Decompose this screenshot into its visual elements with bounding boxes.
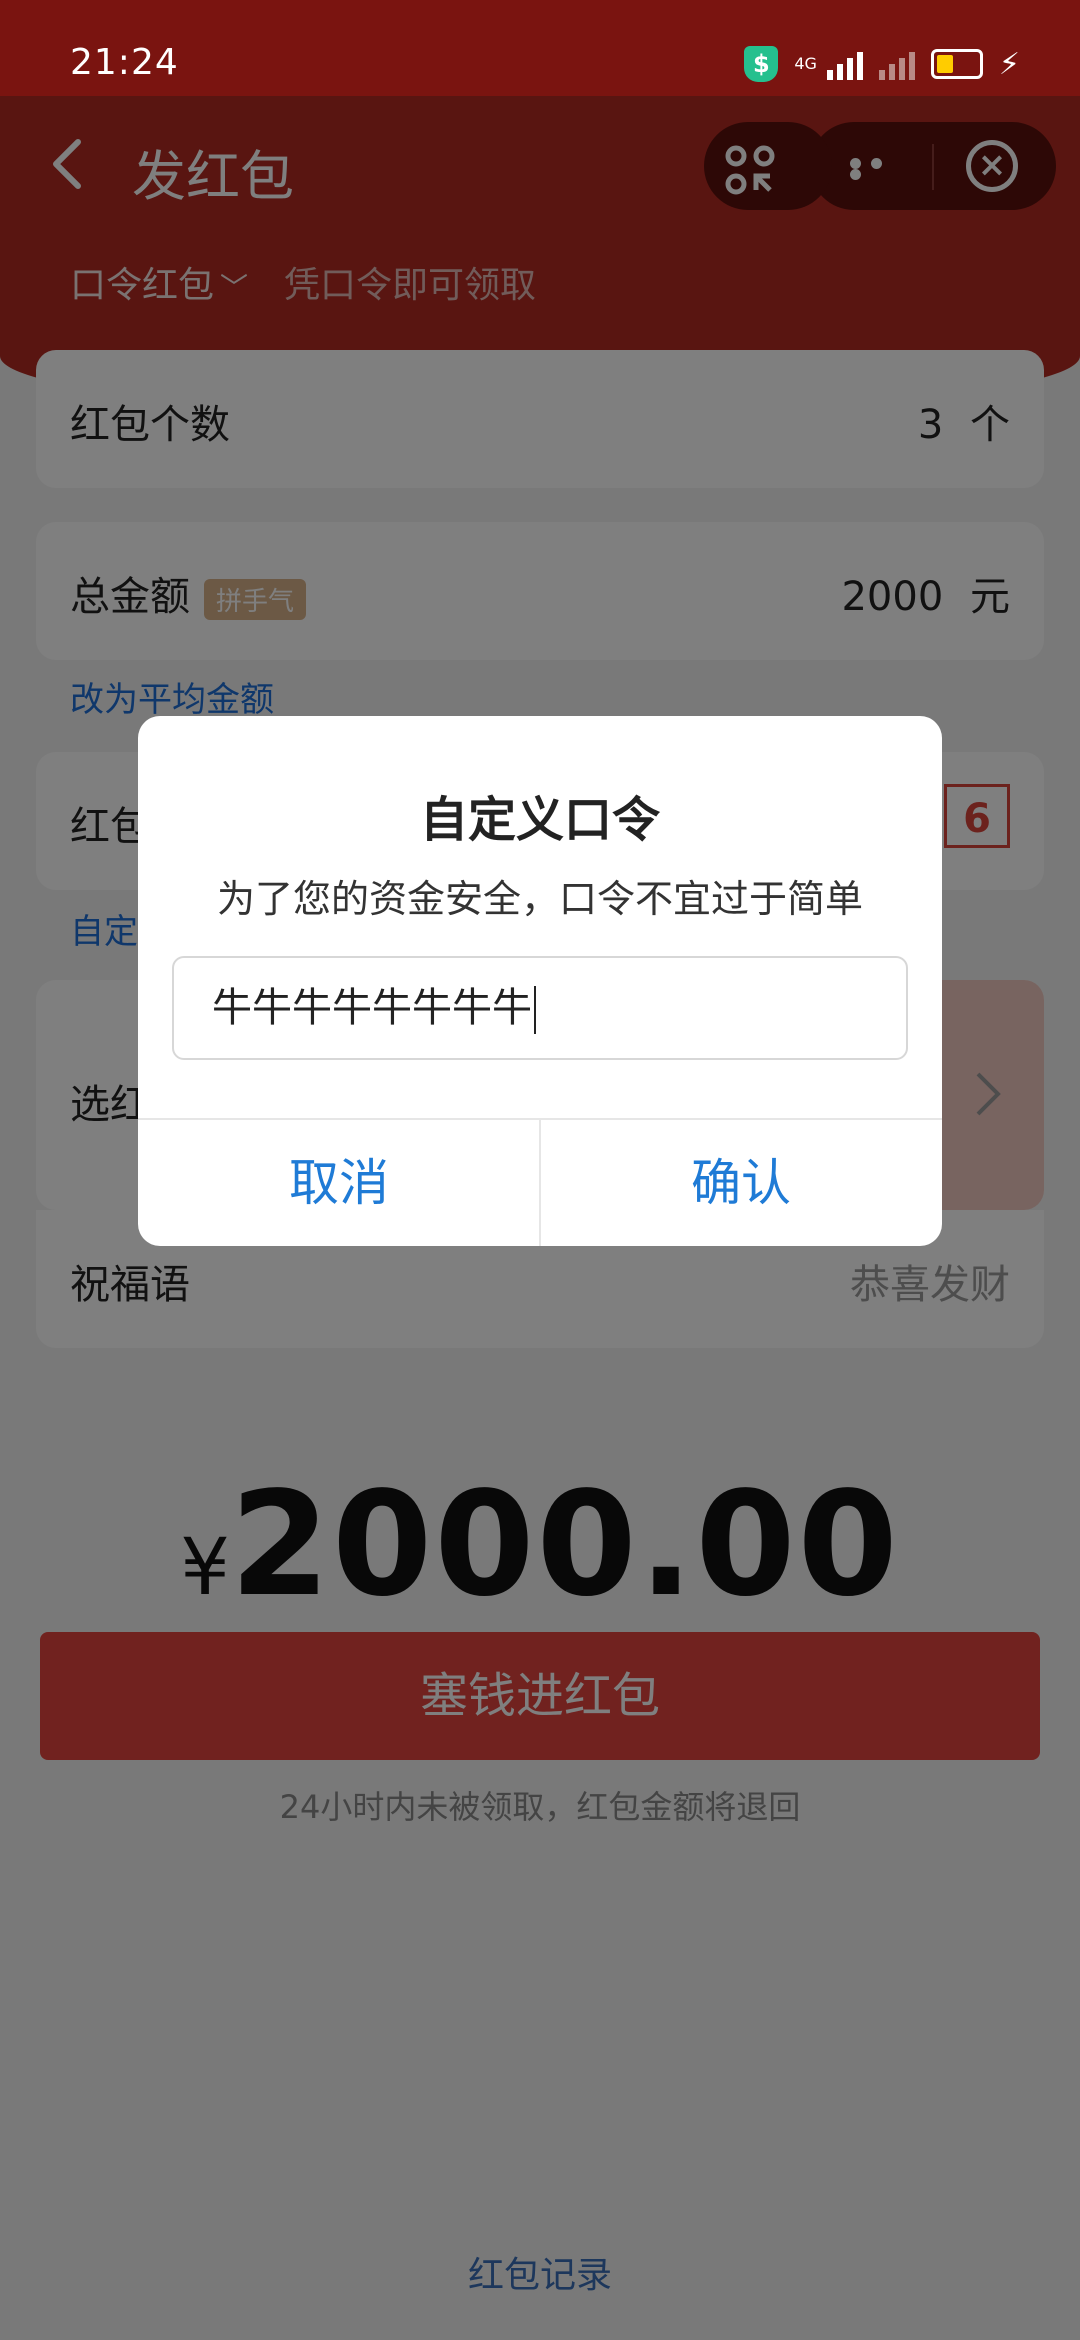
command-input[interactable]: 牛牛牛牛牛牛牛牛 <box>172 956 908 1060</box>
dialog-subtitle: 为了您的资金安全，口令不宜过于简单 <box>216 877 863 921</box>
dialog-title: 自定义口令 <box>419 792 660 848</box>
custom-command-dialog: 自定义口令 为了您的资金安全，口令不宜过于简单 牛牛牛牛牛牛牛牛 取消 确认 <box>138 716 942 1246</box>
confirm-button[interactable]: 确认 <box>540 1120 942 1246</box>
text-caret <box>534 986 536 1034</box>
cancel-button[interactable]: 取消 <box>138 1120 540 1246</box>
status-time: 21:24 <box>70 42 179 83</box>
security-shield-icon: $ <box>744 46 779 82</box>
status-icons: $ 4G ⚡ <box>744 46 1020 82</box>
charging-bolt-icon: ⚡ <box>998 46 1020 82</box>
battery-icon <box>930 49 983 79</box>
status-bar: 21:24 $ 4G ⚡ <box>0 0 1080 96</box>
signal-strength-2-icon <box>878 48 915 80</box>
network-type-label: 4G <box>794 54 817 73</box>
signal-strength-icon <box>826 48 863 80</box>
command-input-value: 牛牛牛牛牛牛牛牛 <box>212 985 532 1031</box>
